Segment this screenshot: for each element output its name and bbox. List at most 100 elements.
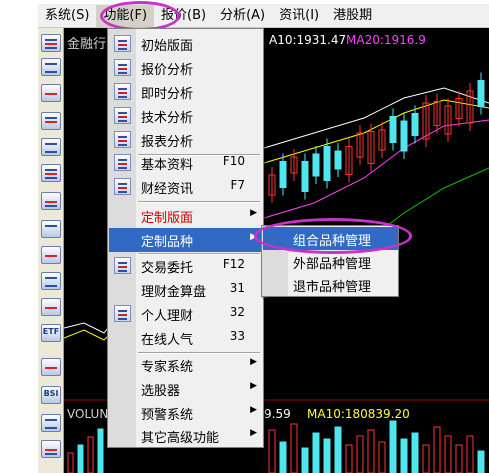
menu-item-online-popularity[interactable]: 在线人气 33 bbox=[109, 326, 263, 350]
candle-body bbox=[301, 161, 309, 192]
toolbar-trade-icon[interactable] bbox=[41, 220, 61, 238]
submenu-arrow-icon: ▶ bbox=[250, 208, 257, 218]
volume-bar bbox=[433, 426, 441, 473]
menu-system[interactable]: 系统(S) bbox=[38, 5, 96, 27]
menu-separator bbox=[138, 201, 260, 203]
menu-item-realtime-analysis[interactable]: 即时分析 bbox=[109, 80, 263, 104]
volume-bar bbox=[279, 441, 287, 473]
menu-item-personal-finance[interactable]: 个人理财 32 bbox=[109, 302, 263, 326]
volume-bar bbox=[455, 444, 463, 473]
volume-bar bbox=[323, 438, 331, 473]
candle-body bbox=[477, 80, 485, 107]
ma10-label: A10:1931.47 bbox=[269, 33, 347, 47]
candle-body bbox=[334, 150, 342, 170]
volume-bar bbox=[268, 429, 276, 473]
volume-bar bbox=[345, 444, 353, 473]
toolbar-bsi-icon[interactable]: BSI bbox=[41, 386, 61, 404]
volume-bar bbox=[77, 444, 84, 473]
volume-bar bbox=[301, 447, 309, 473]
volume-bar bbox=[444, 435, 452, 473]
volume-value: 9.59 bbox=[264, 407, 291, 421]
side-toolbar: ETF BSI bbox=[38, 28, 64, 473]
submenu-arrow-icon: ▶ bbox=[250, 357, 257, 367]
volume-bar bbox=[411, 432, 419, 473]
candlestick-icon bbox=[114, 107, 131, 124]
submenu-item-delisted-manage[interactable]: 退市品种管理 bbox=[263, 273, 398, 296]
toolbar-line-chart-icon[interactable] bbox=[41, 84, 61, 102]
finance-icon bbox=[114, 305, 131, 322]
menu-bar: 系统(S) 功能(F) 报价(B) 分析(A) 资讯(I) 港股期 bbox=[38, 4, 489, 28]
volume-bar bbox=[400, 438, 408, 473]
volume-bar bbox=[67, 452, 74, 473]
menu-item-quote-analysis[interactable]: 报价分析 bbox=[109, 56, 263, 80]
toolbar-report-icon[interactable] bbox=[41, 138, 61, 156]
realtime-chart-icon bbox=[114, 83, 131, 100]
menu-item-expert-system[interactable]: 专家系统 ▶ bbox=[109, 353, 263, 377]
basic-info-icon bbox=[114, 154, 131, 171]
candle-body bbox=[323, 146, 331, 181]
toolbar-wave-icon[interactable] bbox=[41, 358, 61, 376]
volume-bar bbox=[334, 426, 342, 473]
toolbar-70-icon[interactable] bbox=[41, 272, 61, 290]
menu-quote[interactable]: 报价(B) bbox=[154, 5, 213, 27]
candle-body bbox=[279, 161, 287, 188]
menu-item-technical-analysis[interactable]: 技术分析 bbox=[109, 104, 263, 128]
submenu-arrow-icon: ▶ bbox=[250, 405, 257, 415]
submenu-item-portfolio-manage[interactable]: 组合品种管理 bbox=[263, 227, 398, 250]
candle-body bbox=[400, 120, 408, 152]
ma-line-0 bbox=[263, 87, 489, 149]
volume-bar bbox=[466, 435, 474, 473]
toolbar-grid-icon[interactable] bbox=[41, 58, 61, 76]
menu-item-advanced-functions[interactable]: 其它高级功能 ▶ bbox=[109, 424, 263, 448]
volume-bar bbox=[389, 420, 397, 473]
toolbar-users-icon[interactable] bbox=[41, 246, 61, 264]
submenu-arrow-icon: ▶ bbox=[250, 381, 257, 391]
submenu-arrow-icon: ▶ bbox=[250, 428, 257, 438]
toolbar-quote-icon[interactable] bbox=[41, 34, 61, 52]
toolbar-candle-icon[interactable] bbox=[41, 112, 61, 130]
volume-bar bbox=[290, 423, 298, 473]
candle-body bbox=[312, 153, 320, 177]
toolbar-table-icon[interactable] bbox=[41, 414, 61, 432]
toolbar-news-icon[interactable] bbox=[41, 192, 61, 210]
toolbar-bars-icon[interactable] bbox=[41, 440, 61, 458]
menu-item-alert-system[interactable]: 预警系统 ▶ bbox=[109, 401, 263, 425]
menu-item-basic-info[interactable]: 基本资料 F10 bbox=[109, 151, 263, 175]
toolbar-search-icon[interactable] bbox=[41, 298, 61, 316]
app-window: 系统(S) 功能(F) 报价(B) 分析(A) 资讯(I) 港股期 ETF BS… bbox=[0, 0, 489, 473]
menu-analysis[interactable]: 分析(A) bbox=[213, 5, 272, 27]
menu-item-financial-news[interactable]: 财经资讯 F7 bbox=[109, 175, 263, 199]
report-icon bbox=[114, 131, 131, 148]
trade-icon bbox=[114, 257, 131, 274]
volume-bar bbox=[356, 435, 364, 473]
custom-variety-submenu: 组合品种管理 外部品种管理 退市品种管理 bbox=[261, 225, 399, 297]
toolbar-info-icon[interactable] bbox=[41, 164, 61, 182]
volume-bar bbox=[422, 444, 430, 473]
submenu-arrow-icon: ▶ bbox=[250, 232, 257, 242]
menu-item-stock-picker[interactable]: 选股器 ▶ bbox=[109, 377, 263, 401]
menu-item-custom-variety[interactable]: 定制品种 ▶ bbox=[109, 228, 263, 252]
menu-info[interactable]: 资讯(I) bbox=[272, 5, 326, 27]
menu-function[interactable]: 功能(F) bbox=[96, 4, 155, 27]
menu-item-wealth-abacus[interactable]: 理财金算盘 31 bbox=[109, 278, 263, 302]
candle-body bbox=[389, 116, 397, 143]
function-menu: 初始版面 报价分析 即时分析 技术分析 报表分析 基本资料 F10 财经资讯 F… bbox=[107, 28, 264, 448]
ma-line-1 bbox=[263, 99, 489, 164]
stock-name-label: 金融行 bbox=[67, 37, 107, 52]
menu-item-trade[interactable]: 交易委托 F12 bbox=[109, 254, 263, 278]
submenu-item-external-manage[interactable]: 外部品种管理 bbox=[263, 250, 398, 273]
volume-ma10-label: MA10:180839.20 bbox=[307, 407, 410, 421]
layout-icon bbox=[114, 35, 131, 52]
ma20-label: MA20:1916.9 bbox=[346, 33, 426, 47]
candle-body bbox=[411, 113, 419, 136]
volume-bar bbox=[367, 429, 375, 473]
menu-item-custom-layout[interactable]: 定制版面 ▶ bbox=[109, 204, 263, 228]
volume-bar bbox=[97, 428, 104, 473]
toolbar-etf-icon[interactable]: ETF bbox=[41, 324, 61, 342]
volume-label: VOLUN bbox=[67, 407, 109, 421]
menu-item-initial-layout[interactable]: 初始版面 bbox=[109, 32, 263, 56]
menu-hk-futures[interactable]: 港股期 bbox=[326, 5, 379, 27]
volume-bar bbox=[87, 436, 94, 473]
menu-item-report-analysis[interactable]: 报表分析 bbox=[109, 128, 263, 152]
ma-line-2 bbox=[263, 119, 489, 219]
